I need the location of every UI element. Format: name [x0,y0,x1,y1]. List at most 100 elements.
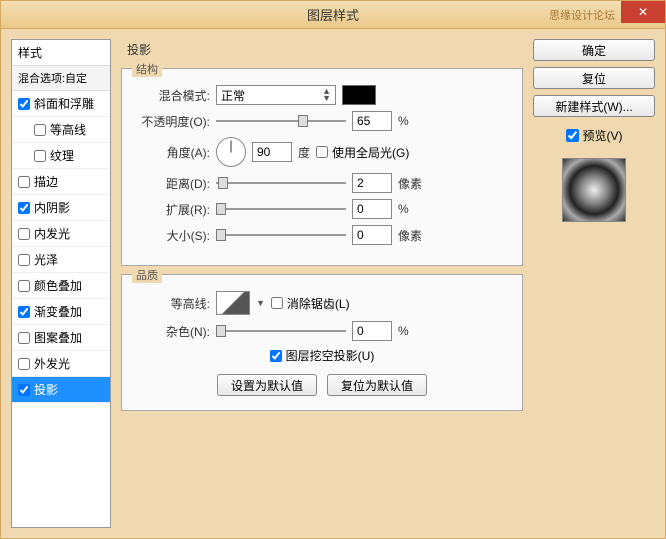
noise-input[interactable] [352,321,392,341]
sidebar-item-label: 内发光 [34,225,70,242]
chevron-down-icon[interactable]: ▼ [256,298,265,308]
sidebar-item-label: 纹理 [50,147,74,164]
titlebar: 图层样式 思缘设计论坛 ✕ [1,1,665,29]
shadow-color-swatch[interactable] [342,85,376,105]
quality-label: 品质 [132,267,162,283]
contour-row: 等高线: ▼ 消除锯齿(L) [134,291,510,315]
size-input[interactable] [352,225,392,245]
blend-mode-row: 混合模式: 正常 ▲▼ [134,85,510,105]
blend-mode-select[interactable]: 正常 ▲▼ [216,85,336,105]
opacity-unit: % [398,114,409,128]
sidebar-item-1[interactable]: 等高线 [12,117,110,143]
sidebar-item-9[interactable]: 图案叠加 [12,325,110,351]
sidebar-item-checkbox[interactable] [18,202,30,214]
blend-mode-value: 正常 [221,87,245,104]
reset-default-button[interactable]: 复位为默认值 [327,374,427,396]
new-style-button[interactable]: 新建样式(W)... [533,95,655,117]
sidebar-blending-options[interactable]: 混合选项:自定 [12,66,110,91]
sidebar-item-6[interactable]: 光泽 [12,247,110,273]
sidebar-item-checkbox[interactable] [18,280,30,292]
sidebar-item-label: 渐变叠加 [34,303,82,320]
size-label: 大小(S): [134,227,210,244]
distance-input[interactable] [352,173,392,193]
panel-title: 投影 [119,39,525,60]
antialias-checkbox[interactable]: 消除锯齿(L) [271,295,350,312]
spread-row: 扩展(R): % [134,199,510,219]
sidebar-item-label: 颜色叠加 [34,277,82,294]
sidebar-item-label: 图案叠加 [34,329,82,346]
content: 样式 混合选项:自定 斜面和浮雕等高线纹理描边内阴影内发光光泽颜色叠加渐变叠加图… [1,29,665,538]
structure-label: 结构 [132,61,162,77]
select-arrows-icon: ▲▼ [322,88,331,102]
sidebar-item-2[interactable]: 纹理 [12,143,110,169]
close-button[interactable]: ✕ [621,1,665,23]
sidebar-item-label: 光泽 [34,251,58,268]
sidebar-item-label: 内阴影 [34,199,70,216]
cancel-button[interactable]: 复位 [533,67,655,89]
size-unit: 像素 [398,227,422,244]
spread-slider[interactable] [216,201,346,217]
spread-input[interactable] [352,199,392,219]
contour-label: 等高线: [134,295,210,312]
opacity-slider[interactable] [216,113,346,129]
ok-button[interactable]: 确定 [533,39,655,61]
sidebar-item-4[interactable]: 内阴影 [12,195,110,221]
noise-label: 杂色(N): [134,323,210,340]
angle-input[interactable] [252,142,292,162]
noise-unit: % [398,324,409,338]
sidebar-item-checkbox[interactable] [18,358,30,370]
global-light-label: 使用全局光(G) [332,144,409,161]
opacity-row: 不透明度(O): % [134,111,510,131]
contour-picker[interactable] [216,291,250,315]
right-panel: 确定 复位 新建样式(W)... 预览(V) [533,39,655,528]
preview-swatch [562,158,626,222]
sidebar-item-label: 外发光 [34,355,70,372]
distance-slider[interactable] [216,175,346,191]
antialias-label: 消除锯齿(L) [287,295,350,312]
layer-style-dialog: 图层样式 思缘设计论坛 ✕ 样式 混合选项:自定 斜面和浮雕等高线纹理描边内阴影… [0,0,666,539]
preview-label: 预览(V) [583,127,623,144]
distance-unit: 像素 [398,175,422,192]
sidebar-item-checkbox[interactable] [18,98,30,110]
sidebar-item-3[interactable]: 描边 [12,169,110,195]
knockout-checkbox[interactable]: 图层挖空投影(U) [270,347,375,364]
quality-fieldset: 品质 等高线: ▼ 消除锯齿(L) 杂色(N): % [121,274,523,411]
window-title: 图层样式 [307,5,359,24]
main-panel: 投影 结构 混合模式: 正常 ▲▼ 不透明度(O): [119,39,525,528]
opacity-input[interactable] [352,111,392,131]
sidebar-item-5[interactable]: 内发光 [12,221,110,247]
angle-dial[interactable] [216,137,246,167]
sidebar-item-checkbox[interactable] [18,176,30,188]
sidebar-item-label: 等高线 [50,121,86,138]
sidebar-item-10[interactable]: 外发光 [12,351,110,377]
sidebar-item-checkbox[interactable] [18,332,30,344]
sidebar-item-checkbox[interactable] [34,150,46,162]
sidebar-item-label: 描边 [34,173,58,190]
distance-row: 距离(D): 像素 [134,173,510,193]
close-icon: ✕ [638,5,648,19]
make-default-button[interactable]: 设置为默认值 [217,374,317,396]
sidebar-item-label: 斜面和浮雕 [34,95,94,112]
structure-fieldset: 结构 混合模式: 正常 ▲▼ 不透明度(O): % [121,68,523,266]
sidebar-item-checkbox[interactable] [18,228,30,240]
preview-checkbox[interactable]: 预览(V) [533,127,655,144]
size-row: 大小(S): 像素 [134,225,510,245]
distance-label: 距离(D): [134,175,210,192]
size-slider[interactable] [216,227,346,243]
noise-row: 杂色(N): % [134,321,510,341]
sidebar-item-checkbox[interactable] [34,124,46,136]
noise-slider[interactable] [216,323,346,339]
spread-label: 扩展(R): [134,201,210,218]
sidebar-item-label: 投影 [34,381,58,398]
angle-unit: 度 [298,144,310,161]
sidebar-item-checkbox[interactable] [18,254,30,266]
sidebar-item-11[interactable]: 投影 [12,377,110,403]
sidebar-item-0[interactable]: 斜面和浮雕 [12,91,110,117]
sidebar-item-8[interactable]: 渐变叠加 [12,299,110,325]
sidebar-item-7[interactable]: 颜色叠加 [12,273,110,299]
default-buttons-row: 设置为默认值 复位为默认值 [134,374,510,396]
sidebar-item-checkbox[interactable] [18,306,30,318]
global-light-checkbox[interactable]: 使用全局光(G) [316,144,409,161]
sidebar-item-checkbox[interactable] [18,384,30,396]
angle-label: 角度(A): [134,144,210,161]
